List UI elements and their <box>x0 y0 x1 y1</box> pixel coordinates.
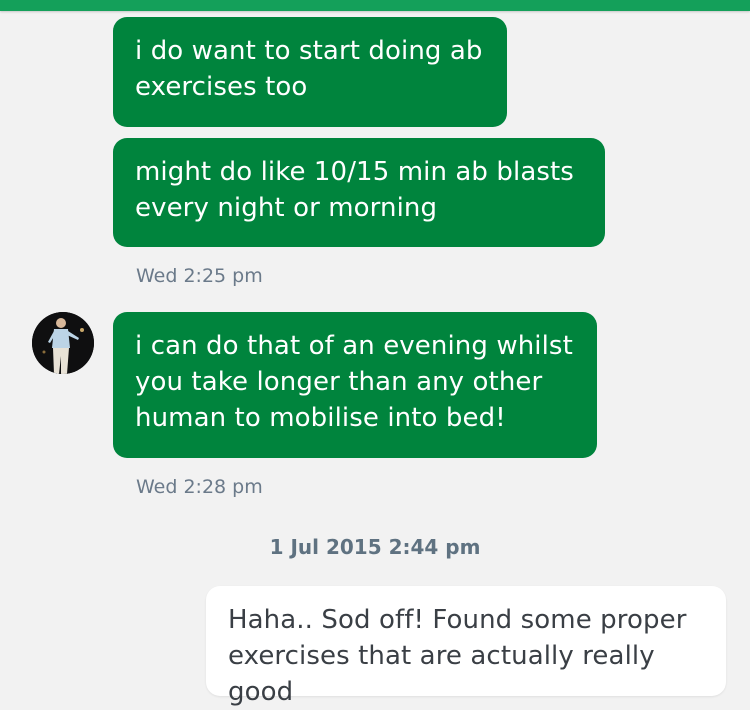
message-text: Haha.. Sod off! Found some proper exerci… <box>228 605 687 707</box>
message-bubble[interactable]: might do like 10/15 min ab blasts every … <box>113 138 605 247</box>
contact-avatar[interactable] <box>32 312 94 374</box>
message-bubble[interactable]: i do want to start doing ab exercises to… <box>113 17 507 127</box>
message-text: i do want to start doing ab exercises to… <box>135 36 483 102</box>
date-separator: 1 Jul 2015 2:44 pm <box>269 535 481 559</box>
message-text: i can do that of an evening whilst you t… <box>135 331 573 433</box>
message-text: might do like 10/15 min ab blasts every … <box>135 157 574 223</box>
message-bubble[interactable]: i can do that of an evening whilst you t… <box>113 312 597 458</box>
top-bar <box>0 0 750 11</box>
message-bubble[interactable]: Haha.. Sod off! Found some proper exerci… <box>206 586 726 707</box>
avatar-photo <box>32 312 94 374</box>
message-timestamp: Wed 2:28 pm <box>136 476 263 498</box>
message-timestamp: Wed 2:25 pm <box>136 265 263 287</box>
